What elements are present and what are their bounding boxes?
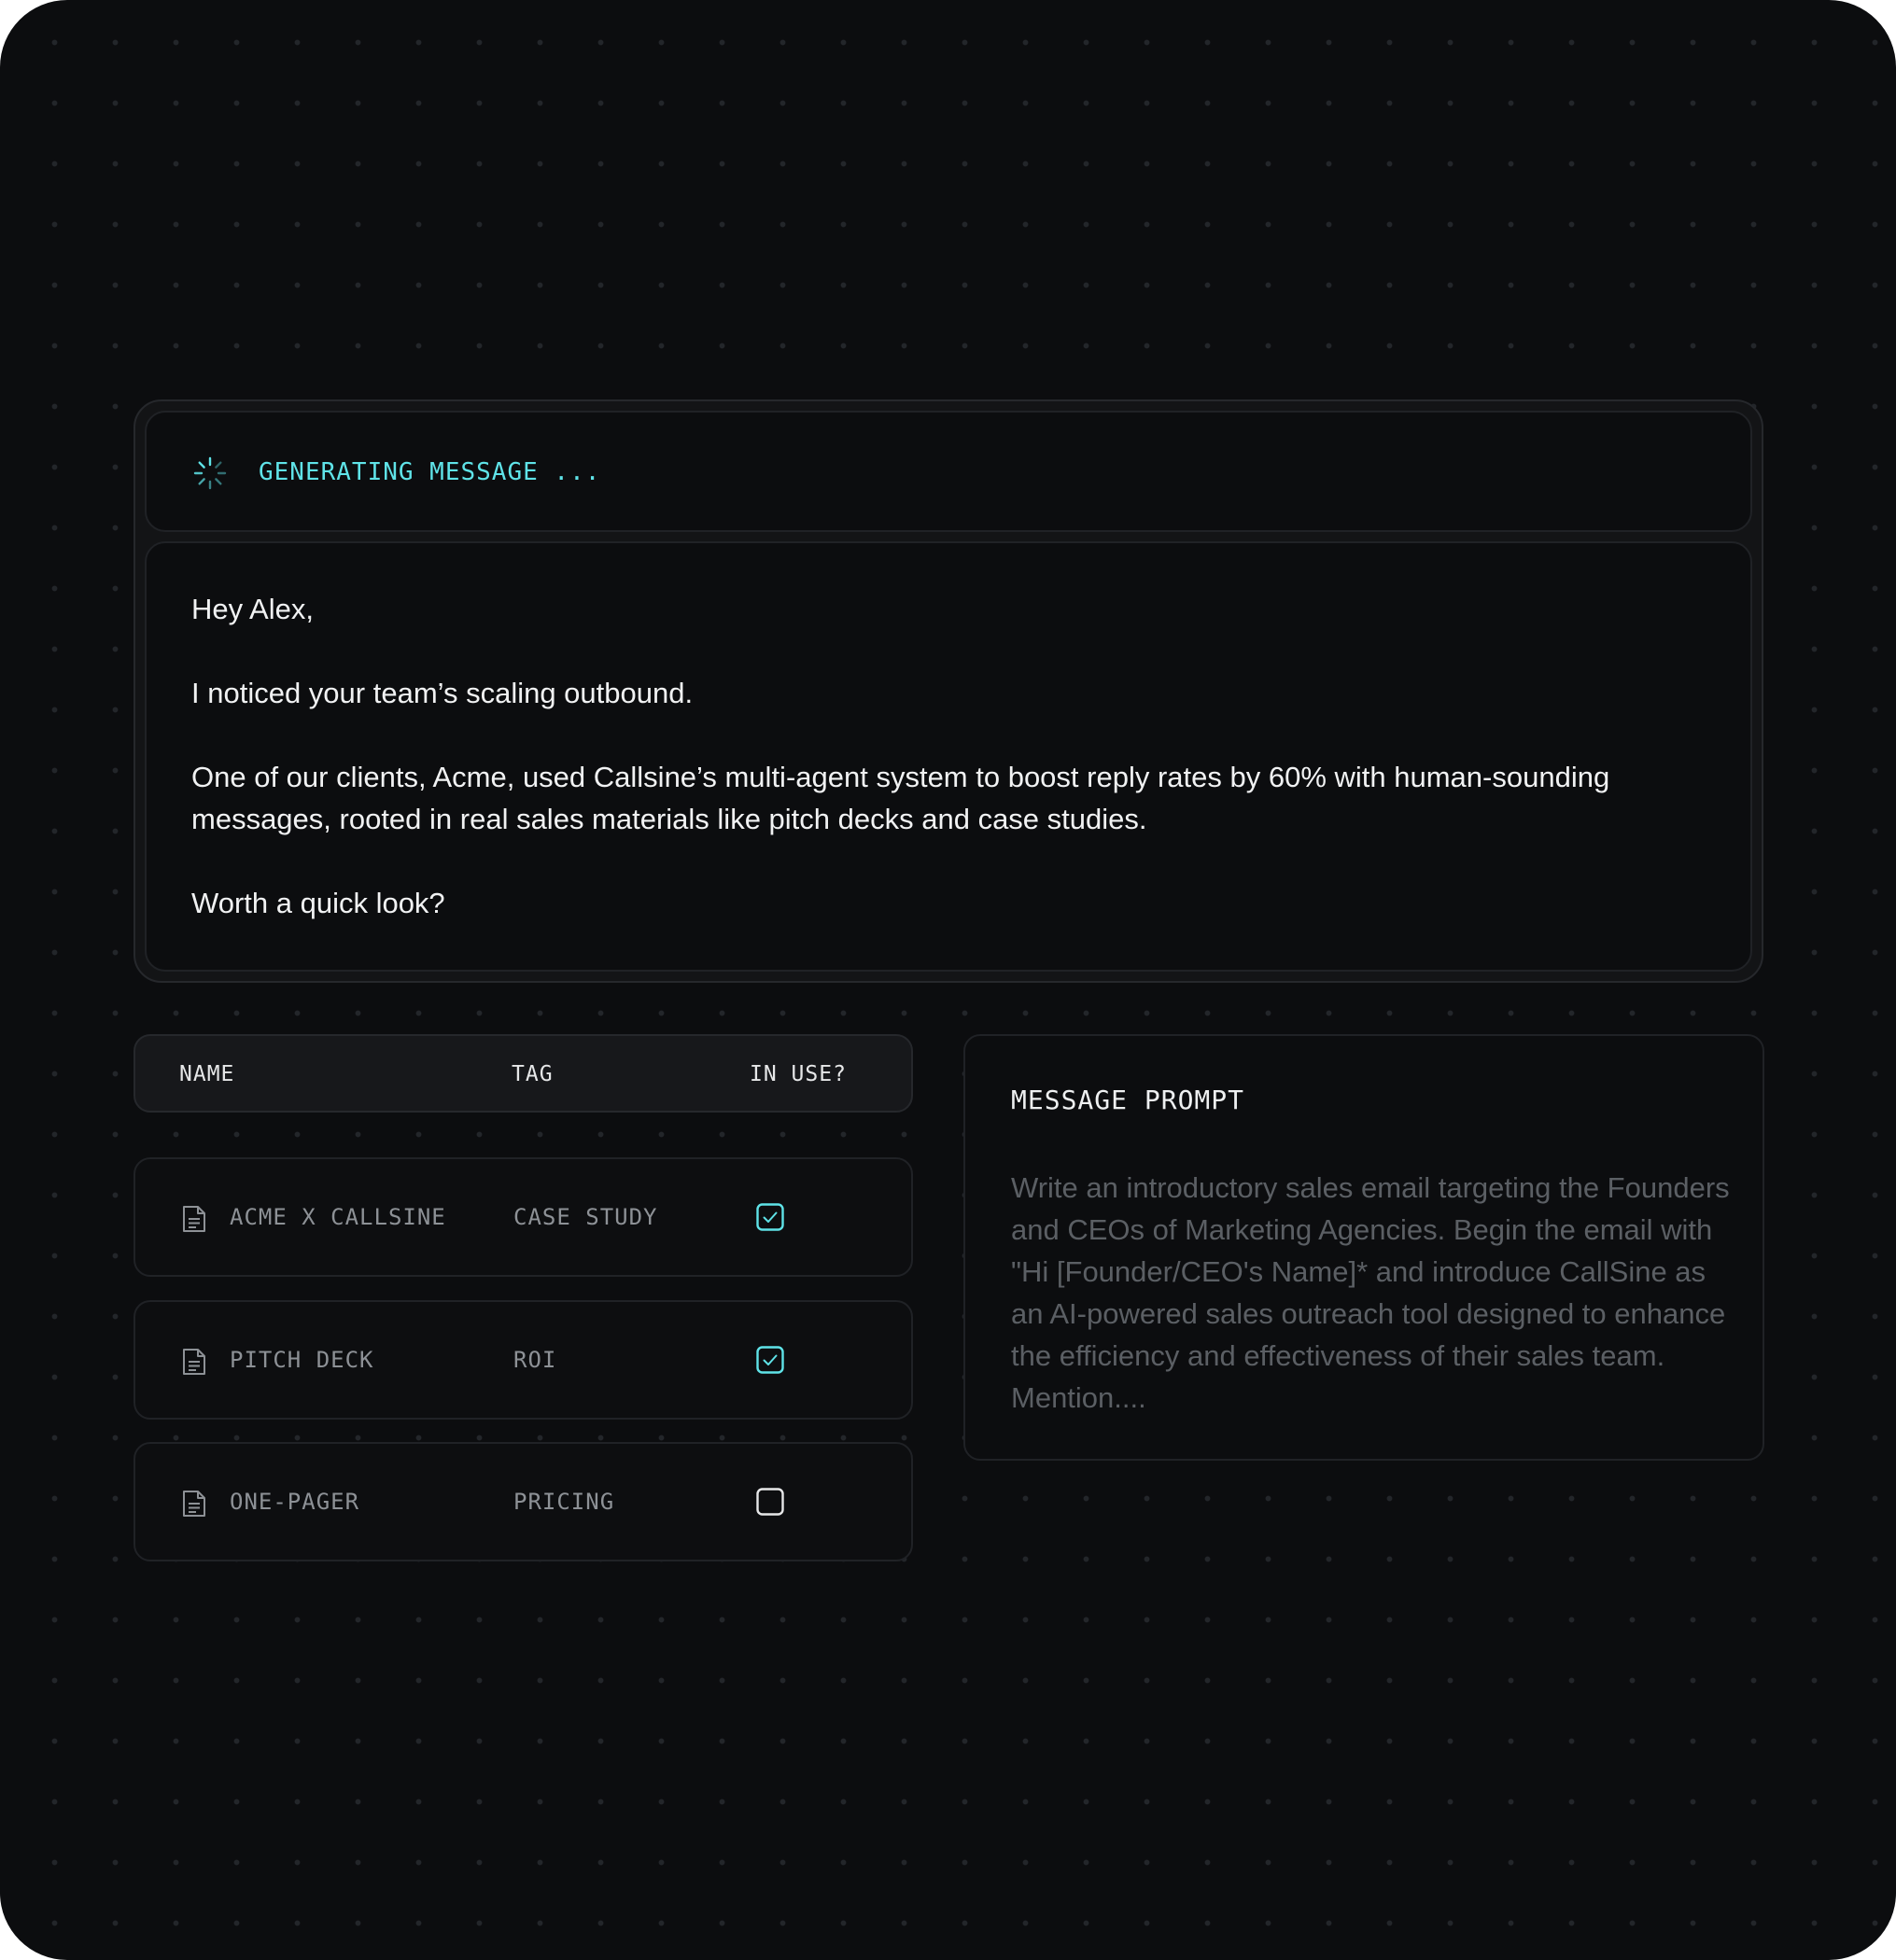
- message-paragraph: I noticed your team’s scaling outbound.: [191, 677, 694, 709]
- app-frame: GENERATING MESSAGE ... Hey Alex, I notic…: [0, 0, 1896, 1960]
- row-name: ACME X CALLSINE: [230, 1204, 446, 1230]
- row-name: ONE-PAGER: [230, 1489, 360, 1515]
- materials-table-header: NAME TAG IN USE?: [133, 1034, 913, 1113]
- in-use-checkbox-checked[interactable]: [756, 1346, 784, 1374]
- table-row[interactable]: ONE-PAGER PRICING: [133, 1442, 913, 1561]
- status-text: GENERATING MESSAGE ...: [259, 458, 601, 486]
- generated-message[interactable]: Hey Alex, I noticed your team’s scaling …: [145, 541, 1752, 972]
- prompt-title: MESSAGE PROMPT: [1011, 1085, 1245, 1115]
- column-header-in-use: IN USE?: [750, 1062, 847, 1086]
- row-name: PITCH DECK: [230, 1347, 374, 1373]
- document-icon: [183, 1491, 205, 1517]
- table-row[interactable]: PITCH DECK ROI: [133, 1300, 913, 1420]
- document-icon: [183, 1349, 205, 1375]
- row-tag: CASE STUDY: [513, 1204, 658, 1230]
- prompt-text[interactable]: Write an introductory sales email target…: [1011, 1167, 1730, 1419]
- in-use-checkbox-checked[interactable]: [756, 1203, 784, 1231]
- message-closing: Worth a quick look?: [191, 887, 445, 919]
- message-generator-card: GENERATING MESSAGE ... Hey Alex, I notic…: [133, 399, 1763, 983]
- in-use-checkbox-unchecked[interactable]: [756, 1488, 784, 1516]
- document-icon: [183, 1206, 205, 1232]
- spinner-icon: [193, 456, 227, 490]
- column-header-tag: TAG: [512, 1062, 554, 1086]
- row-tag: PRICING: [513, 1489, 615, 1515]
- message-paragraph: One of our clients, Acme, used Callsine’…: [191, 761, 1610, 835]
- column-header-name: NAME: [179, 1062, 235, 1086]
- row-tag: ROI: [513, 1347, 557, 1373]
- message-prompt-card: MESSAGE PROMPT Write an introductory sal…: [963, 1034, 1764, 1461]
- message-greeting: Hey Alex,: [191, 593, 314, 625]
- table-row[interactable]: ACME X CALLSINE CASE STUDY: [133, 1157, 913, 1277]
- generation-status-bar: GENERATING MESSAGE ...: [145, 411, 1752, 532]
